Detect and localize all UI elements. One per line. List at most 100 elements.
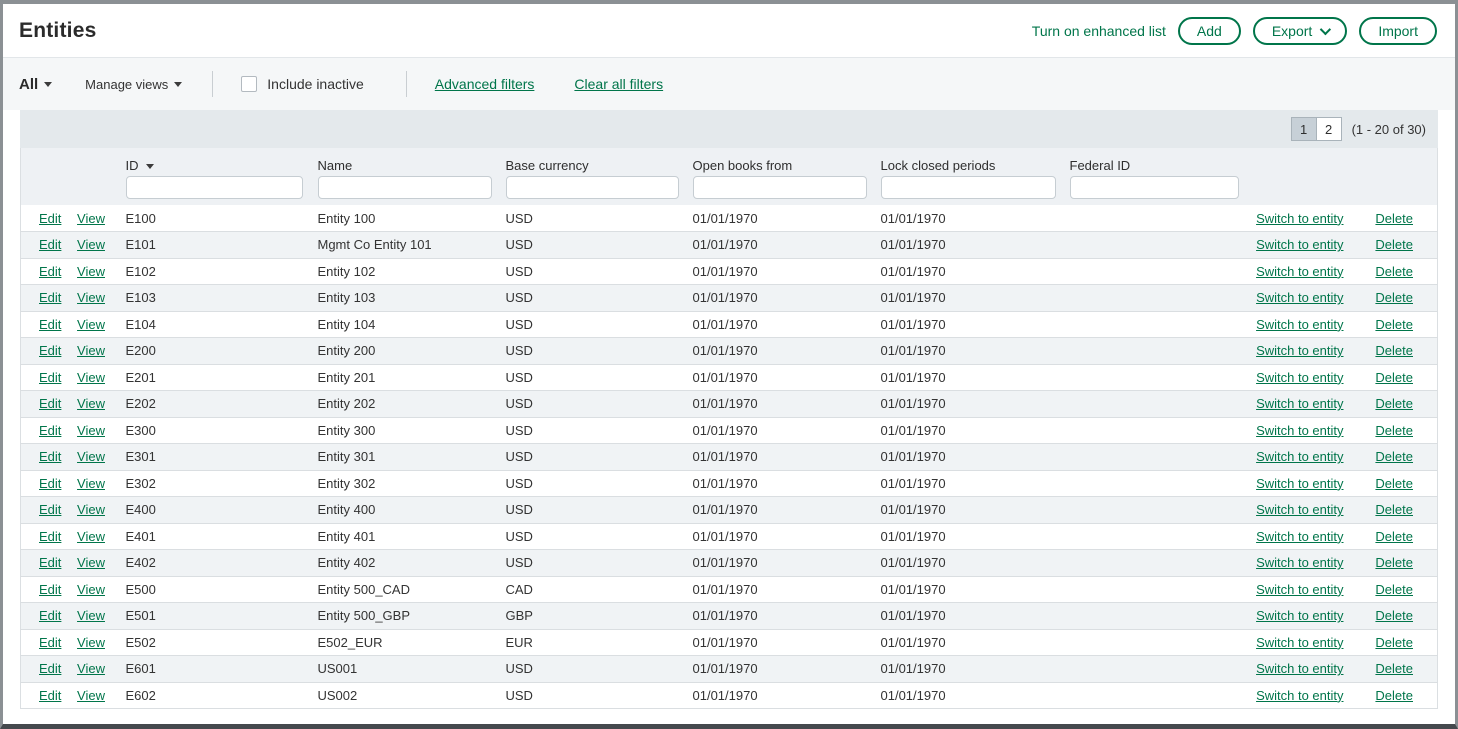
switch-to-entity-link[interactable]: Switch to entity — [1256, 317, 1343, 332]
view-link[interactable]: View — [77, 688, 105, 703]
edit-link[interactable]: Edit — [39, 290, 61, 305]
column-header-name[interactable]: Name — [318, 148, 506, 173]
switch-to-entity-link[interactable]: Switch to entity — [1256, 396, 1343, 411]
edit-link[interactable]: Edit — [39, 211, 61, 226]
delete-link[interactable]: Delete — [1375, 423, 1413, 438]
view-link[interactable]: View — [77, 211, 105, 226]
include-inactive-option[interactable]: Include inactive — [241, 76, 364, 92]
switch-to-entity-link[interactable]: Switch to entity — [1256, 529, 1343, 544]
include-inactive-checkbox[interactable] — [241, 76, 257, 92]
column-header-federal-id[interactable]: Federal ID — [1070, 148, 1253, 173]
column-header-base-currency[interactable]: Base currency — [506, 148, 693, 173]
view-link[interactable]: View — [77, 582, 105, 597]
page-button-1[interactable]: 1 — [1291, 117, 1317, 141]
edit-link[interactable]: Edit — [39, 449, 61, 464]
view-link[interactable]: View — [77, 290, 105, 305]
export-button[interactable]: Export — [1253, 17, 1347, 45]
column-header-lock-closed-periods[interactable]: Lock closed periods — [881, 148, 1070, 173]
delete-link[interactable]: Delete — [1375, 449, 1413, 464]
view-link[interactable]: View — [77, 370, 105, 385]
switch-to-entity-link[interactable]: Switch to entity — [1256, 449, 1343, 464]
delete-link[interactable]: Delete — [1375, 476, 1413, 491]
edit-link[interactable]: Edit — [39, 635, 61, 650]
delete-link[interactable]: Delete — [1375, 237, 1413, 252]
view-link[interactable]: View — [77, 317, 105, 332]
view-link[interactable]: View — [77, 529, 105, 544]
delete-link[interactable]: Delete — [1375, 635, 1413, 650]
delete-link[interactable]: Delete — [1375, 317, 1413, 332]
delete-link[interactable]: Delete — [1375, 370, 1413, 385]
switch-to-entity-link[interactable]: Switch to entity — [1256, 582, 1343, 597]
filter-input-federal-id[interactable] — [1070, 176, 1239, 199]
view-link[interactable]: View — [77, 396, 105, 411]
view-link[interactable]: View — [77, 423, 105, 438]
edit-link[interactable]: Edit — [39, 529, 61, 544]
delete-link[interactable]: Delete — [1375, 290, 1413, 305]
view-link[interactable]: View — [77, 449, 105, 464]
view-link[interactable]: View — [77, 264, 105, 279]
enhanced-list-link[interactable]: Turn on enhanced list — [1032, 23, 1166, 39]
switch-to-entity-link[interactable]: Switch to entity — [1256, 661, 1343, 676]
advanced-filters-link[interactable]: Advanced filters — [435, 76, 535, 92]
edit-link[interactable]: Edit — [39, 423, 61, 438]
switch-to-entity-link[interactable]: Switch to entity — [1256, 688, 1343, 703]
column-header-open-books-from[interactable]: Open books from — [693, 148, 881, 173]
edit-link[interactable]: Edit — [39, 502, 61, 517]
edit-link[interactable]: Edit — [39, 343, 61, 358]
delete-link[interactable]: Delete — [1375, 396, 1413, 411]
edit-link[interactable]: Edit — [39, 317, 61, 332]
delete-link[interactable]: Delete — [1375, 529, 1413, 544]
switch-to-entity-link[interactable]: Switch to entity — [1256, 211, 1343, 226]
view-link[interactable]: View — [77, 555, 105, 570]
clear-all-filters-link[interactable]: Clear all filters — [574, 76, 663, 92]
view-link[interactable]: View — [77, 635, 105, 650]
edit-link[interactable]: Edit — [39, 370, 61, 385]
edit-link[interactable]: Edit — [39, 476, 61, 491]
edit-link[interactable]: Edit — [39, 396, 61, 411]
switch-to-entity-link[interactable]: Switch to entity — [1256, 370, 1343, 385]
switch-to-entity-link[interactable]: Switch to entity — [1256, 476, 1343, 491]
switch-to-entity-link[interactable]: Switch to entity — [1256, 343, 1343, 358]
delete-link[interactable]: Delete — [1375, 661, 1413, 676]
edit-link[interactable]: Edit — [39, 608, 61, 623]
edit-link[interactable]: Edit — [39, 264, 61, 279]
column-header-id[interactable]: ID — [126, 148, 318, 173]
page-button-2[interactable]: 2 — [1316, 117, 1342, 141]
edit-link[interactable]: Edit — [39, 555, 61, 570]
edit-link[interactable]: Edit — [39, 582, 61, 597]
switch-to-entity-link[interactable]: Switch to entity — [1256, 635, 1343, 650]
switch-to-entity-link[interactable]: Switch to entity — [1256, 237, 1343, 252]
delete-link[interactable]: Delete — [1375, 211, 1413, 226]
view-link[interactable]: View — [77, 237, 105, 252]
switch-to-entity-link[interactable]: Switch to entity — [1256, 264, 1343, 279]
edit-link[interactable]: Edit — [39, 688, 61, 703]
delete-link[interactable]: Delete — [1375, 502, 1413, 517]
switch-to-entity-link[interactable]: Switch to entity — [1256, 608, 1343, 623]
view-link[interactable]: View — [77, 476, 105, 491]
filter-input-open-books-from[interactable] — [693, 176, 867, 199]
delete-link[interactable]: Delete — [1375, 688, 1413, 703]
filter-input-lock-closed-periods[interactable] — [881, 176, 1056, 199]
edit-link[interactable]: Edit — [39, 237, 61, 252]
filter-input-id[interactable] — [126, 176, 303, 199]
filter-input-base-currency[interactable] — [506, 176, 679, 199]
switch-to-entity-link[interactable]: Switch to entity — [1256, 423, 1343, 438]
edit-link[interactable]: Edit — [39, 661, 61, 676]
filter-input-name[interactable] — [318, 176, 492, 199]
view-link[interactable]: View — [77, 343, 105, 358]
manage-views-dropdown[interactable]: Manage views — [85, 77, 182, 92]
import-button[interactable]: Import — [1359, 17, 1437, 45]
delete-link[interactable]: Delete — [1375, 608, 1413, 623]
delete-link[interactable]: Delete — [1375, 582, 1413, 597]
view-link[interactable]: View — [77, 661, 105, 676]
add-button[interactable]: Add — [1178, 17, 1241, 45]
delete-link[interactable]: Delete — [1375, 555, 1413, 570]
view-link[interactable]: View — [77, 608, 105, 623]
switch-to-entity-link[interactable]: Switch to entity — [1256, 290, 1343, 305]
switch-to-entity-link[interactable]: Switch to entity — [1256, 555, 1343, 570]
view-link[interactable]: View — [77, 502, 105, 517]
switch-to-entity-link[interactable]: Switch to entity — [1256, 502, 1343, 517]
delete-link[interactable]: Delete — [1375, 264, 1413, 279]
view-selector-dropdown[interactable]: All — [19, 76, 52, 93]
delete-link[interactable]: Delete — [1375, 343, 1413, 358]
